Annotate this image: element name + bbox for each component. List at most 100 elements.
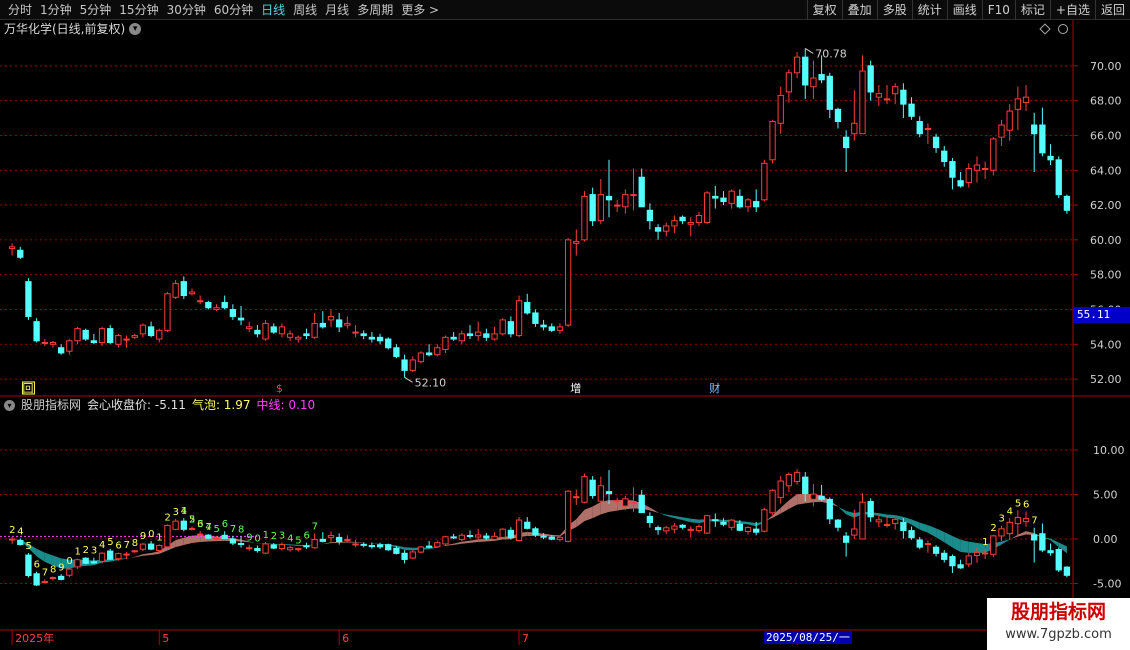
sequence-count-label: 5 — [25, 541, 31, 552]
indicator-candle-body — [908, 530, 915, 539]
candle-body — [777, 94, 784, 124]
indicator-y-tick-label: 0.00 — [1093, 533, 1118, 546]
indicator-candle-body — [1039, 533, 1046, 551]
indicator-candle-body — [834, 519, 842, 528]
candle-body — [286, 333, 294, 338]
indicator-candle-body — [74, 559, 81, 568]
candle-body — [630, 194, 637, 197]
indicator-candle-body — [107, 550, 114, 560]
ribbon-segment — [658, 512, 667, 516]
sequence-count-label: 1 — [156, 532, 162, 543]
candle-body — [1031, 124, 1038, 135]
ribbon-segment — [666, 514, 675, 519]
candle-body — [687, 221, 694, 225]
candle-body — [875, 93, 882, 98]
candle-body — [564, 239, 572, 326]
indicator-candle-body — [524, 521, 531, 529]
date-axis-label: 6 — [342, 632, 349, 645]
candle-body — [744, 199, 752, 208]
candle-body — [957, 180, 964, 187]
candle-body — [221, 302, 228, 309]
candle-body — [524, 302, 531, 314]
sequence-count-label: 2 — [990, 523, 996, 534]
candle-body — [793, 56, 801, 74]
indicator-candle-body — [475, 534, 482, 538]
candle-body — [57, 347, 65, 354]
candle-body — [262, 322, 269, 340]
indicator-candle-body — [777, 480, 784, 498]
candle-body — [442, 336, 449, 350]
candle-body — [409, 359, 416, 371]
indicator-candle-body — [793, 471, 801, 483]
indicator-candle-body — [540, 535, 547, 538]
ribbon-segment — [44, 552, 53, 566]
indicator-candle-body — [458, 534, 465, 540]
ribbon-segment — [134, 554, 143, 558]
candle-body — [540, 324, 547, 328]
candle-body — [466, 333, 474, 337]
candle-body — [900, 89, 907, 105]
candle-body — [1047, 155, 1054, 161]
candle-body — [254, 329, 261, 335]
sequence-count-label: 0 — [148, 529, 154, 540]
candle-body — [434, 347, 441, 356]
ribbon-segment — [347, 541, 356, 543]
indicator-candle-body — [246, 547, 253, 550]
indicator-candle-body — [360, 543, 367, 546]
indicator-candle-body — [49, 577, 57, 580]
candle-body — [1039, 124, 1046, 154]
sequence-count-label: 6 — [1023, 499, 1029, 510]
candle-body — [834, 108, 842, 123]
candle-body — [41, 342, 48, 345]
indicator-candle-body — [385, 544, 392, 551]
ribbon-segment — [1050, 538, 1059, 547]
candle-body — [1014, 98, 1022, 110]
indicator-candle-body — [172, 520, 179, 530]
candle-body — [107, 328, 114, 344]
indicator-candle-body — [425, 545, 433, 548]
main-y-tick-label: 54.00 — [1090, 338, 1122, 351]
sequence-count-label: 6 — [34, 560, 40, 571]
sequence-count-label: 4 — [99, 540, 105, 551]
chart-canvas[interactable]: 52.0054.0056.0058.0060.0062.0064.0066.00… — [0, 0, 1130, 650]
sequence-count-label: 0 — [254, 533, 260, 544]
candle-body — [1006, 110, 1013, 131]
candle-body — [278, 326, 286, 335]
candle-body — [671, 220, 678, 227]
indicator-candle-body — [319, 538, 326, 542]
sequence-count-label: 5 — [214, 524, 220, 535]
sequence-count-label: 5 — [107, 537, 113, 548]
indicator-candle-body — [197, 533, 204, 536]
ribbon-segment — [363, 542, 372, 544]
indicator-y-tick-label: -5.00 — [1093, 578, 1121, 591]
indicator-candle-body — [393, 547, 400, 554]
main-y-tick-label: 64.00 — [1090, 164, 1122, 177]
sequence-count-label: 2 — [9, 525, 15, 536]
main-y-tick-label: 68.00 — [1090, 95, 1122, 108]
indicator-candle-body — [1031, 534, 1038, 541]
indicator-candle-body — [25, 554, 32, 577]
sequence-count-label: 7 — [230, 524, 236, 535]
sequence-count-label: 8 — [132, 538, 138, 549]
candle-body — [483, 333, 490, 338]
candle-body — [728, 190, 735, 204]
candle-body — [990, 138, 997, 171]
indicator-candle-body — [188, 527, 196, 530]
candle-body — [712, 195, 719, 199]
event-marker-0: 回 — [22, 382, 33, 395]
indicator-candle-body — [1022, 518, 1030, 523]
candle-body — [548, 326, 555, 331]
ribbon-segment — [1017, 531, 1027, 537]
crosshair-date-label: 2025/08/25/一 — [764, 631, 852, 644]
indicator-candle-body — [131, 550, 138, 553]
candle-body — [205, 302, 212, 309]
candle-body — [663, 225, 670, 232]
candle-body — [98, 328, 106, 344]
high-annotation-leader — [804, 48, 814, 54]
ribbon-segment — [674, 515, 683, 521]
sequence-count-label: 7 — [312, 521, 318, 532]
candle-body — [695, 215, 703, 223]
sequence-count-label: 9 — [246, 533, 252, 544]
indicator-candle-body — [785, 474, 793, 487]
indicator-candle-body — [1006, 521, 1013, 535]
